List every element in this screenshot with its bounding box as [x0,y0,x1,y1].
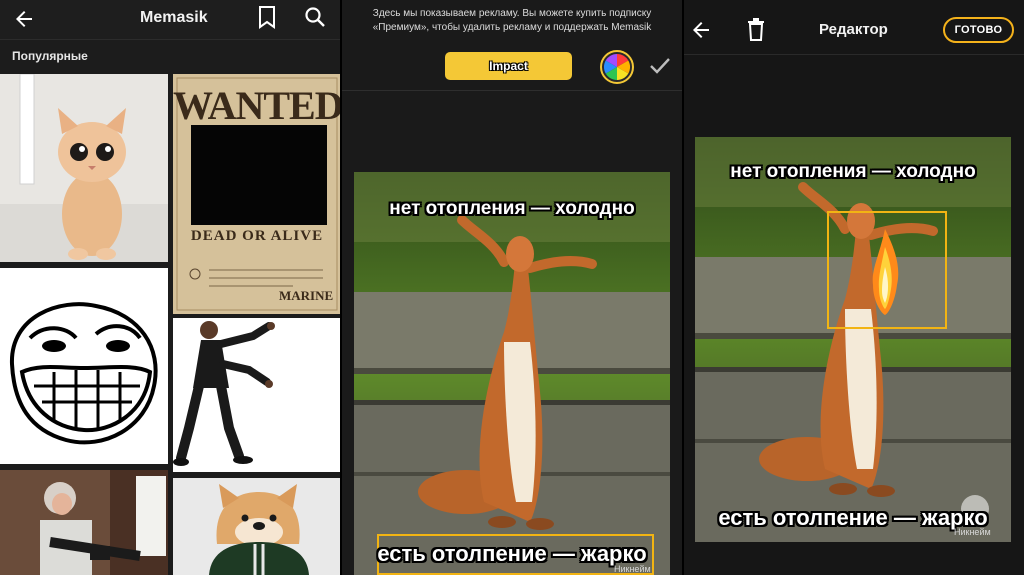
meme-thumbnail-doge[interactable] [173,478,340,575]
ad-notice: Здесь мы показываем рекламу. Вы можете к… [372,8,652,33]
meme-thumbnail-dancing-man[interactable] [173,318,340,472]
meme-canvas[interactable]: нет отопления — холодно есть отолпение —… [354,172,670,575]
search-icon[interactable] [303,5,327,29]
nickname-watermark: Никнейм [614,564,651,574]
toolbar-divider [342,90,682,91]
squirrel-photo [695,137,1011,542]
meme-thumbnail-troll-face[interactable] [0,268,168,464]
top-caption[interactable]: нет отопления — холодно [695,161,1011,183]
top-app-bar: Memasik [0,0,340,40]
done-button[interactable]: ГОТОВО [943,17,1014,43]
header-divider [684,54,1024,55]
meme-thumbnail-kitten[interactable] [0,74,168,262]
trash-icon[interactable] [745,18,767,42]
editor-screen: Редактор ГОТОВО нет отопления — холодно … [684,0,1024,575]
top-caption[interactable]: нет отопления — холодно [354,198,670,220]
poster-subtitle: DEAD OR ALIVE [190,228,324,244]
font-selector-button[interactable]: Impact [445,52,572,80]
meme-thumbnail-grandma-gun[interactable] [0,470,168,575]
checkmark-icon[interactable] [649,56,671,76]
meme-list-screen: Memasik Популярные WANTED DEAD OR ALIVE … [0,0,340,575]
bookmark-icon[interactable] [256,5,278,29]
text-style-screen: Здесь мы показываем рекламу. Вы можете к… [342,0,682,575]
color-wheel-icon[interactable] [600,50,634,84]
font-selector-label: Impact [489,59,528,73]
app-title: Memasik [140,9,208,26]
poster-title: WANTED [173,83,340,128]
meme-thumbnail-wanted-poster[interactable]: WANTED DEAD OR ALIVE MARINE [173,74,340,314]
section-title-popular: Популярные [12,49,88,63]
back-arrow-icon[interactable] [12,7,36,31]
squirrel-photo [354,172,670,575]
nickname-watermark: Никнейм [954,527,991,537]
meme-canvas[interactable]: нет отопления — холодно есть отолпение —… [695,137,1011,542]
editor-title: Редактор [819,21,888,38]
poster-footer: MARINE [279,288,334,303]
fire-sticker-icon[interactable] [865,227,905,317]
back-arrow-icon[interactable] [689,18,713,42]
